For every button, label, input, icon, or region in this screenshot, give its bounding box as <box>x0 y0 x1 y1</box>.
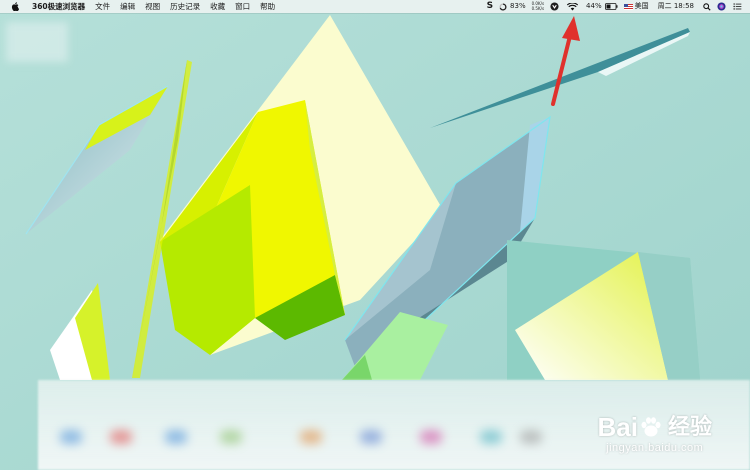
input-source-label: 美国 <box>634 2 649 10</box>
menu-bar: 360极速浏览器 文件 编辑 视图 历史记录 收藏 窗口 帮助 S 83% 0.… <box>0 0 750 13</box>
clock-text: 周二 18:58 <box>657 2 694 10</box>
input-source[interactable]: 美国 <box>621 0 652 13</box>
blurred-dock-icon <box>420 430 442 444</box>
vpn-icon[interactable] <box>547 0 562 13</box>
blurred-dock-icon <box>220 430 242 444</box>
wifi-icon[interactable] <box>562 0 583 13</box>
battery-icon <box>604 3 618 10</box>
desktop-screen: 360极速浏览器 文件 编辑 视图 历史记录 收藏 窗口 帮助 S 83% 0.… <box>0 0 750 470</box>
cpu-monitor[interactable]: 83% <box>496 0 529 13</box>
siri-icon[interactable] <box>714 0 729 13</box>
net-down-speed: 0.5K/s <box>531 5 545 11</box>
watermark-logo-suffix: 经验 <box>667 414 712 439</box>
menu-help[interactable]: 帮助 <box>255 0 280 13</box>
cpu-ring-icon <box>499 2 507 11</box>
cpu-percent: 83% <box>510 2 526 10</box>
blurred-dock-icon <box>480 430 502 444</box>
spotlight-search-icon[interactable] <box>700 0 714 13</box>
blurred-dock-icon <box>60 430 82 444</box>
apple-menu-icon[interactable] <box>10 0 19 13</box>
sync-status-icon[interactable]: S <box>484 0 496 13</box>
menu-app-name[interactable]: 360极速浏览器 <box>27 0 90 13</box>
blurred-desktop-icon <box>6 22 68 62</box>
menu-history[interactable]: 历史记录 <box>165 0 205 13</box>
battery-status[interactable]: 44% <box>583 0 621 13</box>
clock[interactable]: 周二 18:58 <box>652 0 700 13</box>
network-speed[interactable]: 0.0K/s 0.5K/s <box>529 1 547 11</box>
blurred-dock-icon <box>360 430 382 444</box>
battery-percent: 44% <box>586 2 602 10</box>
menu-view[interactable]: 视图 <box>140 0 165 13</box>
blurred-dock-icon <box>165 430 187 444</box>
menu-bookmarks[interactable]: 收藏 <box>205 0 230 13</box>
blurred-dock-icon <box>110 430 132 444</box>
us-flag-icon <box>623 3 633 10</box>
notification-center-icon[interactable] <box>729 0 750 13</box>
blurred-dock-icon <box>300 430 322 444</box>
watermark-logo-text: Bai <box>597 412 638 442</box>
blurred-dock-icon <box>520 430 542 444</box>
menu-edit[interactable]: 编辑 <box>115 0 140 13</box>
watermark-url: jingyan.baidu.com <box>606 442 704 454</box>
watermark-logo: Bai 经验 <box>598 413 712 441</box>
menu-file[interactable]: 文件 <box>90 0 115 13</box>
baidu-jingyan-watermark: Bai 经验 jingyan.baidu.com <box>598 413 712 454</box>
menu-window[interactable]: 窗口 <box>230 0 255 13</box>
paw-icon <box>641 417 661 437</box>
